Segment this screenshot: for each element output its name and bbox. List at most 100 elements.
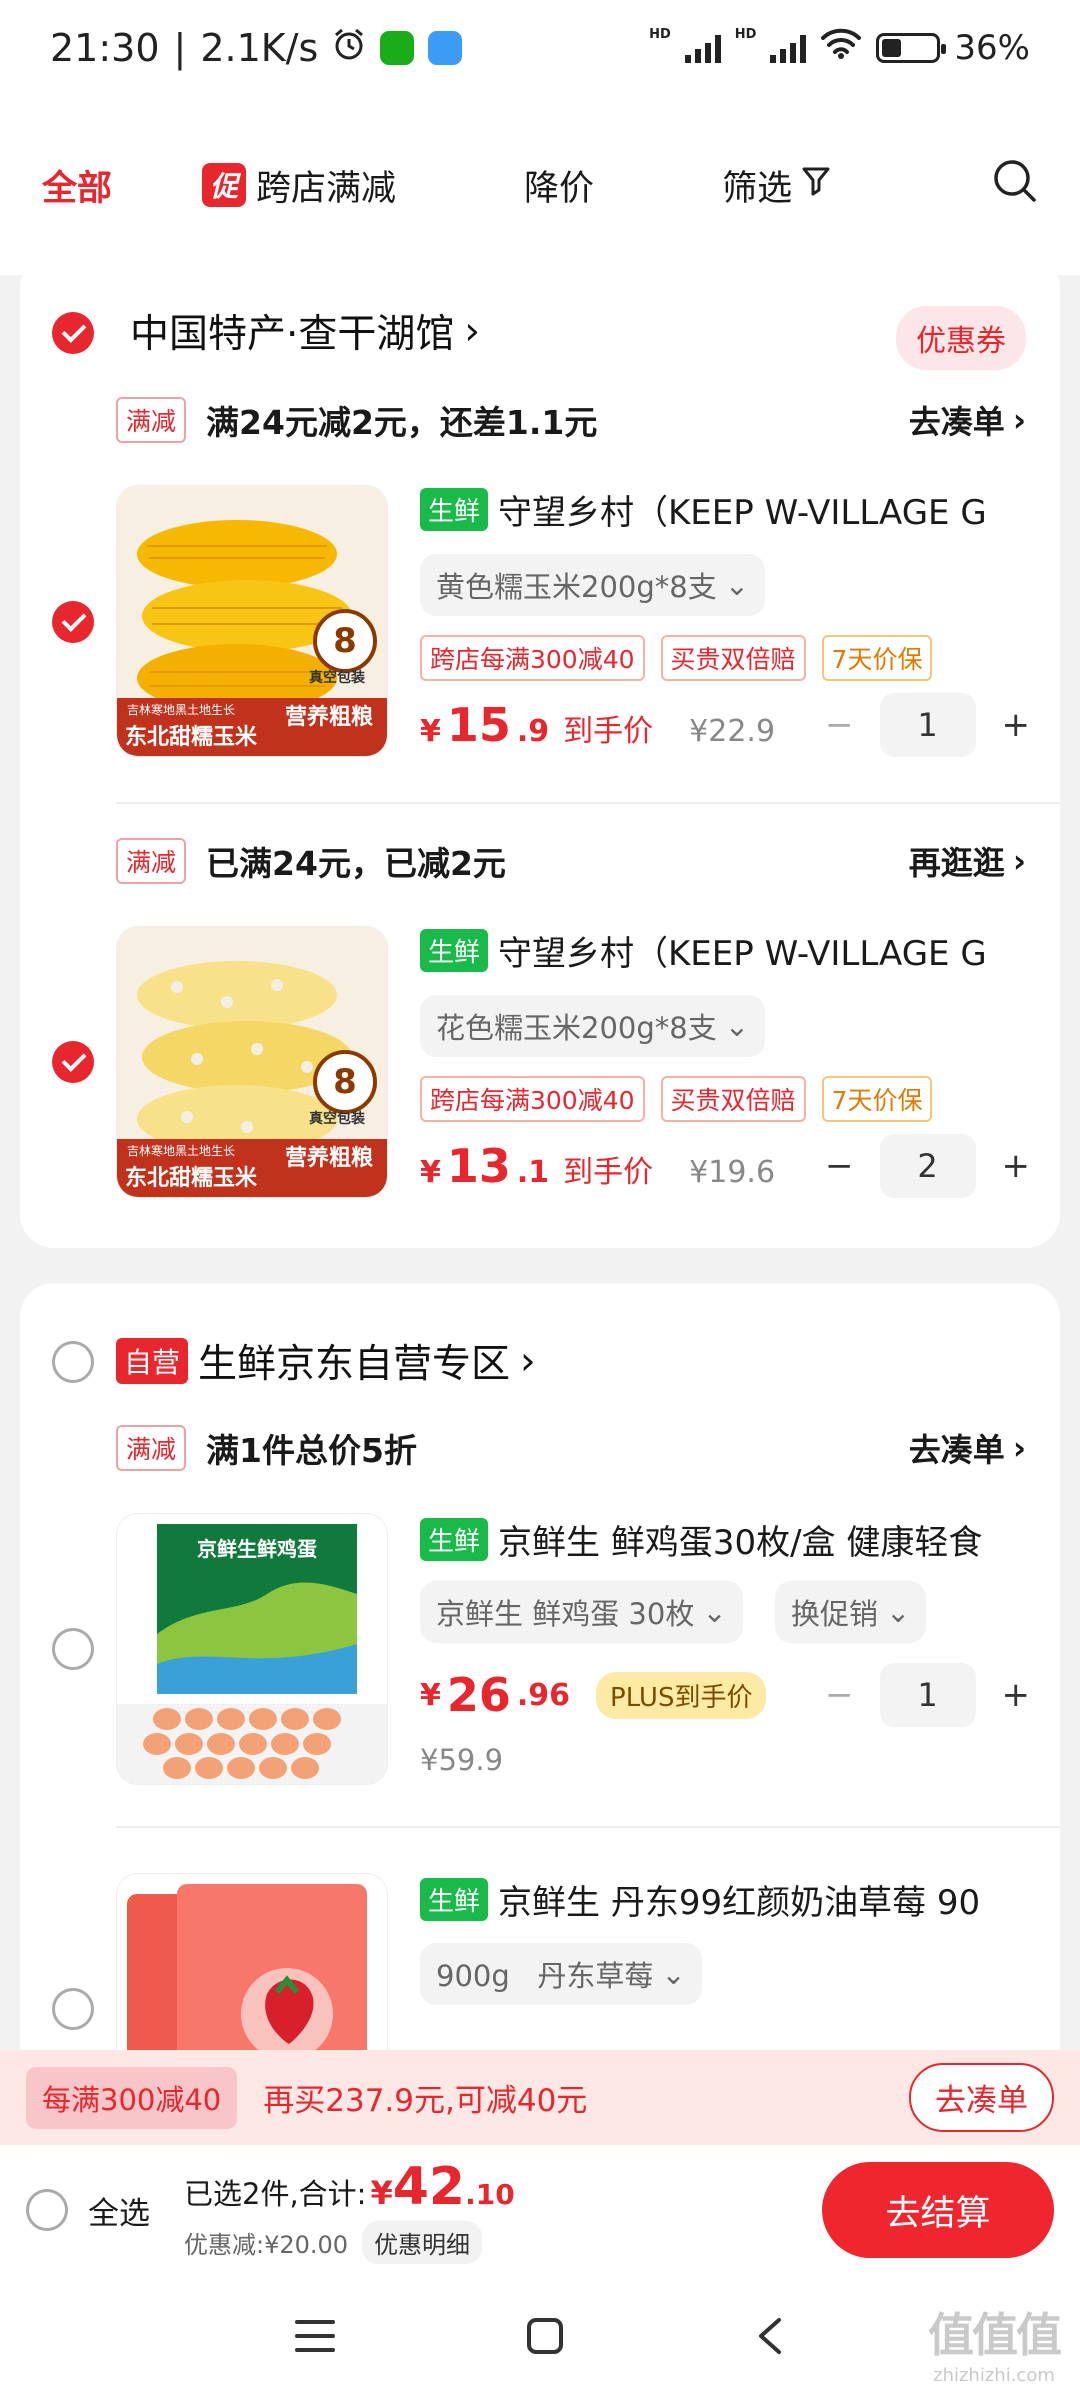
corn-name-text: 东北甜糯玉米: [125, 1165, 258, 1191]
promo-row: 满减 已满24元，已减2元 再逛逛 ›: [116, 836, 1026, 886]
price-dec: .1: [516, 1155, 550, 1190]
home-icon[interactable]: [525, 2316, 565, 2360]
product-image-eggs[interactable]: 京鲜生鲜鸡蛋: [116, 1513, 388, 1785]
alarm-icon: [332, 26, 366, 70]
corn-pack-text: 真空包装: [309, 669, 366, 686]
filter-icon: [802, 165, 830, 205]
decrement-button[interactable]: −: [825, 1675, 854, 1715]
corn-slogan-text: 营养粗粮: [285, 1145, 373, 1171]
price-block: ¥ 15 .9 到手价 ¥22.9: [420, 698, 775, 752]
product-title-link[interactable]: 生鲜 守望乡村（KEEP W-VILLAGE G: [420, 485, 1030, 534]
fresh-badge: 生鲜: [420, 488, 489, 531]
tab-price-drop[interactable]: 降价: [524, 160, 594, 211]
product-image-corn-yellow[interactable]: 8 真空包装 吉林寒地黑土地生长 东北甜糯玉米 营养粗粮: [116, 485, 388, 757]
store-name-link[interactable]: 中国特产·查干湖馆 ›: [130, 303, 480, 359]
hd-label-2: HD: [734, 27, 757, 42]
tab-all-label: 全部: [42, 168, 113, 209]
discount-amount: 优惠减:¥20.00: [184, 2230, 349, 2259]
tab-cross-store[interactable]: 促 跨店满减: [202, 160, 396, 211]
chevron-right-icon: ›: [1012, 842, 1026, 880]
promo-banner-tag: 每满300减40: [26, 2066, 238, 2129]
product-title-link[interactable]: 生鲜 京鲜生 丹东99红颜奶油草莓 90: [420, 1875, 1030, 1924]
original-price: ¥59.9: [420, 1743, 504, 1777]
item-checkbox[interactable]: [52, 1628, 94, 1670]
price-symbol: ¥: [420, 1155, 441, 1190]
increment-button[interactable]: +: [1002, 1675, 1031, 1715]
tab-filter[interactable]: 筛选: [722, 160, 830, 211]
app-notification-icon: [428, 30, 463, 65]
product-title: 京鲜生 鲜鸡蛋30枚/盒 健康轻食: [498, 1523, 983, 1563]
price-block: ¥ 26 .96 PLUS到手价: [420, 1668, 767, 1722]
spec-label: 900g 丹东草莓: [436, 1959, 654, 1993]
watermark-url: zhizhizhi.com: [933, 2365, 1055, 2386]
checkout-button[interactable]: 去结算: [822, 2162, 1054, 2258]
promo-link-button[interactable]: 去凑单 ›: [909, 1425, 1026, 1471]
promo-link-button[interactable]: 去凑单 ›: [909, 397, 1026, 443]
promo-link-label: 去凑单: [908, 403, 1005, 441]
wifi-icon: [820, 27, 862, 68]
back-icon[interactable]: [755, 2316, 785, 2360]
tag-7day: 7天价保: [821, 1076, 933, 1122]
quantity-field[interactable]: 1: [879, 1663, 976, 1727]
select-all[interactable]: 全选: [26, 2188, 150, 2233]
add-more-button[interactable]: 去凑单: [909, 2063, 1054, 2132]
signal-icon: [684, 33, 721, 63]
self-operated-badge: 自营: [116, 1338, 189, 1384]
store-checkbox[interactable]: [52, 1341, 94, 1383]
corn-count-text: 8: [333, 621, 357, 661]
discount-detail-button[interactable]: 优惠明细: [362, 2220, 483, 2264]
spec-selector[interactable]: 900g 丹东草莓 ⌄: [420, 1943, 702, 2005]
item-checkbox[interactable]: [52, 1041, 94, 1083]
spec-selector[interactable]: 黄色糯玉米200g*8支 ⌄: [420, 554, 766, 616]
product-title-link[interactable]: 生鲜 守望乡村（KEEP W-VILLAGE G: [420, 926, 1030, 975]
search-button[interactable]: [992, 158, 1038, 213]
search-icon: [992, 159, 1038, 213]
price-label: 到手价: [563, 714, 654, 749]
quantity-field[interactable]: 1: [879, 693, 976, 757]
spec-selector[interactable]: 京鲜生 鲜鸡蛋 30枚 ⌄: [420, 1581, 743, 1643]
product-image-corn-mixed[interactable]: 8 真空包装 吉林寒地黑土地生长 东北甜糯玉米 营养粗粮: [116, 926, 388, 1198]
battery-percent: 36%: [954, 27, 1030, 68]
product-title-link[interactable]: 生鲜 京鲜生 鲜鸡蛋30枚/盒 健康轻食: [420, 1515, 1030, 1564]
store-name-link[interactable]: 自营 生鲜京东自营专区 ›: [116, 1333, 536, 1389]
store-checkbox[interactable]: [52, 312, 94, 354]
select-all-checkbox[interactable]: [26, 2189, 68, 2231]
site-watermark: 值值值 zhizhizhi.com: [928, 2299, 1062, 2386]
increment-button[interactable]: +: [1002, 1146, 1031, 1186]
status-separator: |: [173, 25, 187, 70]
store-card-jd-fresh: 自营 生鲜京东自营专区 › 满减 满1件总价5折 去凑单 › 京鲜生鲜鸡蛋 生鲜…: [20, 1283, 1060, 2083]
chevron-right-icon: ›: [464, 308, 481, 354]
spec-selector[interactable]: 花色糯玉米200g*8支 ⌄: [420, 995, 766, 1057]
hd-label-1: HD: [649, 27, 671, 42]
tab-price-drop-label: 降价: [524, 168, 595, 209]
item-checkbox[interactable]: [52, 1988, 94, 2030]
corn-pack-text: 真空包装: [309, 1110, 366, 1127]
item-checkbox[interactable]: [52, 601, 94, 643]
selected-summary: 已选2件,合计:: [184, 2176, 367, 2211]
corn-origin-text: 吉林寒地黑土地生长: [127, 1143, 235, 1158]
price-block: ¥ 13 .1 到手价 ¥19.6: [420, 1139, 775, 1193]
plus-price-badge: PLUS到手价: [596, 1671, 767, 1719]
promo-badge: 促: [202, 163, 247, 207]
decrement-button[interactable]: −: [825, 1146, 854, 1186]
status-bar: 21:30 | 2.1K/s HD HD 36%: [0, 0, 1080, 95]
fresh-badge: 生鲜: [420, 1878, 489, 1921]
checkout-bar: 全选 已选2件,合计: ¥ 42 .10 优惠减:¥20.00 优惠明细 去结算: [0, 2145, 1080, 2275]
original-price: ¥19.6: [689, 1155, 776, 1190]
price-int: 26: [446, 1668, 511, 1722]
increment-button[interactable]: +: [1002, 705, 1031, 745]
product-tags: 跨店每满300减40 买贵双倍赔 7天价保: [420, 1076, 933, 1122]
divider: [116, 802, 1060, 804]
quantity-stepper: − 1 +: [825, 693, 1030, 757]
menu-icon[interactable]: [295, 2318, 335, 2358]
egg-box-text: 京鲜生鲜鸡蛋: [197, 1537, 317, 1561]
price-symbol: ¥: [420, 1677, 441, 1713]
coupon-button[interactable]: 优惠券: [896, 306, 1026, 370]
decrement-button[interactable]: −: [825, 705, 854, 745]
promo-text: 满1件总价5折: [206, 1431, 417, 1470]
change-promo-selector[interactable]: 换促销 ⌄: [775, 1581, 927, 1643]
promo-link-button[interactable]: 再逛逛 ›: [909, 838, 1026, 884]
quantity-field[interactable]: 2: [879, 1134, 976, 1198]
promo-row: 满减 满24元减2元，还差1.1元 去凑单 ›: [116, 395, 1026, 445]
tab-all[interactable]: 全部: [42, 160, 112, 211]
